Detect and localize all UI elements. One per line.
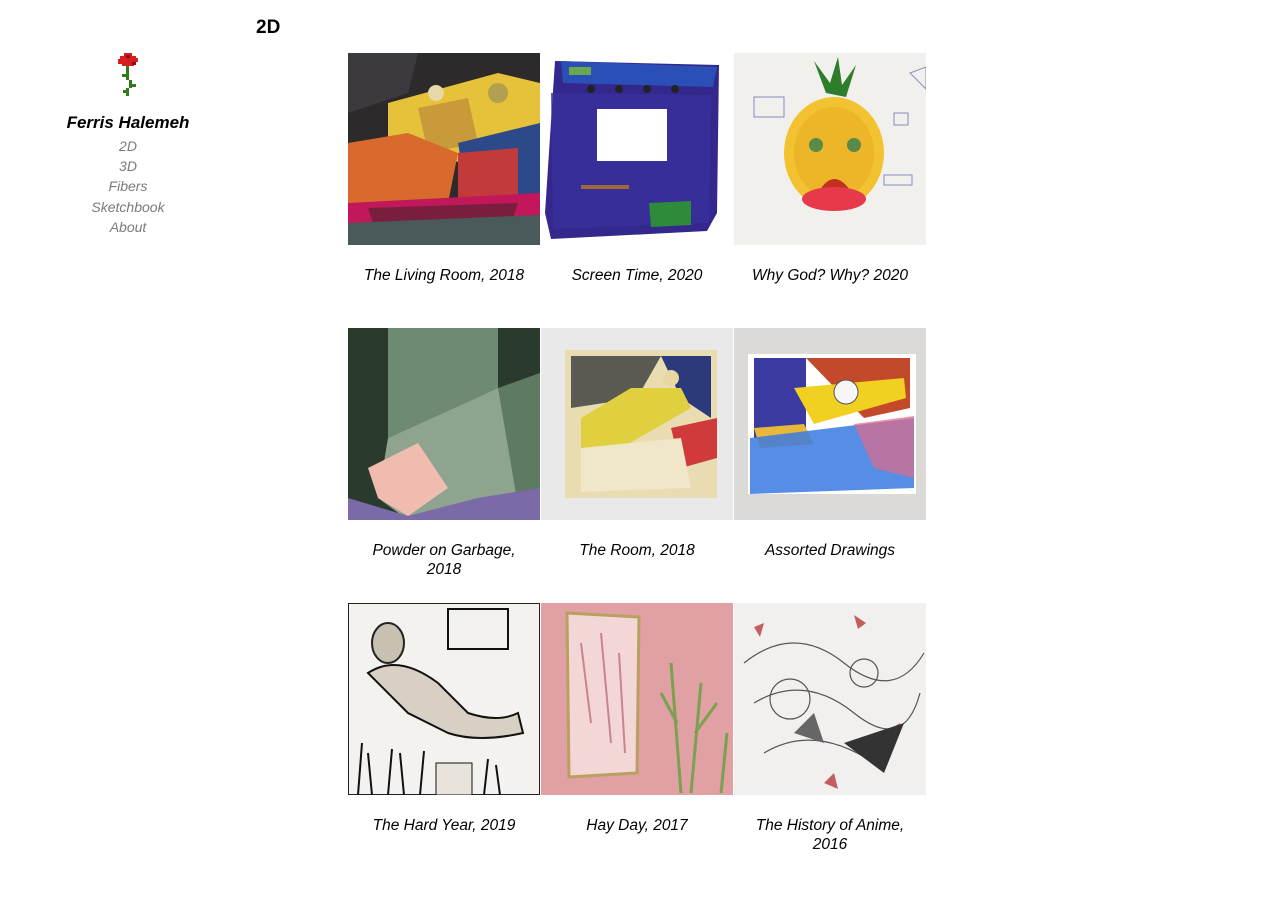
gallery-item[interactable]: Assorted Drawings bbox=[734, 328, 927, 603]
page-title: 2D bbox=[256, 17, 281, 38]
nav-link-3d[interactable]: 3D bbox=[0, 156, 256, 176]
logo-link[interactable] bbox=[0, 50, 256, 100]
nav-item-fibers: Fibers bbox=[0, 176, 256, 196]
nav-link-fibers[interactable]: Fibers bbox=[0, 176, 256, 196]
gallery-item[interactable]: The Living Room, 2018 bbox=[348, 53, 541, 328]
artwork-caption: Hay Day, 2017 bbox=[586, 817, 688, 834]
artwork-thumbnail bbox=[348, 603, 540, 795]
artwork-caption: The History of Anime, 2016 bbox=[755, 817, 905, 853]
artwork-caption: The Room, 2018 bbox=[579, 542, 695, 559]
page: Ferris Halemeh 2D 3D Fibers Sketchbook A… bbox=[0, 0, 1280, 900]
sidebar-nav: 2D 3D Fibers Sketchbook About bbox=[0, 136, 256, 237]
artwork-caption: Why God? Why? 2020 bbox=[752, 267, 908, 284]
artwork-thumbnail bbox=[734, 328, 926, 520]
artwork-thumbnail bbox=[734, 603, 926, 795]
gallery-item[interactable]: Powder on Garbage, 2018 bbox=[348, 328, 541, 603]
gallery-item[interactable]: Why God? Why? 2020 bbox=[734, 53, 927, 328]
gallery-item[interactable]: The Hard Year, 2019 bbox=[348, 603, 541, 878]
artwork-thumbnail bbox=[541, 328, 733, 520]
gallery-item[interactable]: Hay Day, 2017 bbox=[541, 603, 734, 878]
artwork-caption: The Living Room, 2018 bbox=[363, 267, 525, 284]
nav-link-2d[interactable]: 2D bbox=[0, 136, 256, 156]
artwork-caption: Assorted Drawings bbox=[764, 542, 896, 559]
gallery-item[interactable]: The Room, 2018 bbox=[541, 328, 734, 603]
nav-link-about[interactable]: About bbox=[0, 217, 256, 237]
artwork-thumbnail bbox=[541, 603, 733, 795]
sidebar: Ferris Halemeh 2D 3D Fibers Sketchbook A… bbox=[0, 50, 256, 237]
site-title[interactable]: Ferris Halemeh bbox=[0, 113, 256, 133]
pixel-rose-icon bbox=[118, 53, 138, 96]
nav-item-about: About bbox=[0, 217, 256, 237]
gallery-grid: The Living Room, 2018 Screen Time, 2020 bbox=[348, 53, 928, 878]
artwork-thumbnail bbox=[348, 53, 540, 245]
artwork-caption: Screen Time, 2020 bbox=[571, 267, 703, 284]
nav-item-3d: 3D bbox=[0, 156, 256, 176]
nav-item-2d: 2D bbox=[0, 136, 256, 156]
nav-item-sketchbook: Sketchbook bbox=[0, 197, 256, 217]
artwork-thumbnail bbox=[541, 53, 733, 245]
artwork-thumbnail bbox=[734, 53, 926, 245]
artwork-caption: The Hard Year, 2019 bbox=[372, 817, 516, 834]
gallery-item[interactable]: Screen Time, 2020 bbox=[541, 53, 734, 328]
artwork-thumbnail bbox=[348, 328, 540, 520]
gallery-item[interactable]: The History of Anime, 2016 bbox=[734, 603, 927, 878]
artwork-caption: Powder on Garbage, 2018 bbox=[372, 542, 516, 578]
nav-link-sketchbook[interactable]: Sketchbook bbox=[0, 197, 256, 217]
